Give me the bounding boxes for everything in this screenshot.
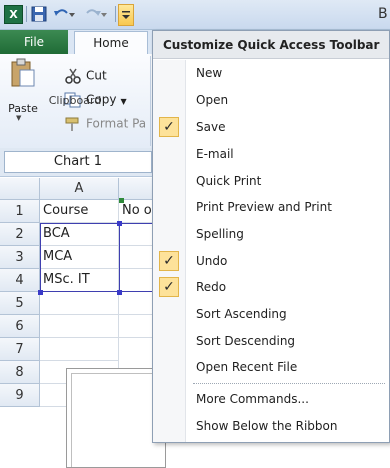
menu-item-print-preview[interactable]: Print Preview and Print xyxy=(153,194,389,220)
row-header[interactable]: 1 xyxy=(0,200,40,223)
menu-item-quick-print[interactable]: Quick Print xyxy=(153,168,389,194)
menu-item-label: Quick Print xyxy=(196,174,262,188)
menu-item-label: Spelling xyxy=(196,227,244,241)
window-title: B xyxy=(378,6,388,22)
chevron-down-icon[interactable]: ▼ xyxy=(16,114,21,122)
menu-item-save[interactable]: ✓ Save xyxy=(153,114,389,140)
undo-icon[interactable] xyxy=(52,5,76,23)
paste-icon xyxy=(11,58,35,87)
cut-icon xyxy=(65,68,81,84)
menu-item-label: Open Recent File xyxy=(196,360,298,374)
customize-qat-menu: Customize Quick Access Toolbar New Open … xyxy=(152,30,390,443)
tab-file[interactable]: File xyxy=(0,30,68,54)
row-header[interactable]: 9 xyxy=(0,384,40,407)
menu-item-label: Open xyxy=(196,93,229,107)
cell-a3[interactable]: MCA xyxy=(40,246,119,269)
range-handle[interactable] xyxy=(119,198,124,203)
customize-dropdown-icon[interactable] xyxy=(118,4,134,26)
menu-item-new[interactable]: New xyxy=(153,60,389,86)
menu-item-label: Save xyxy=(196,120,226,134)
cell-a1[interactable]: Course xyxy=(40,200,119,223)
menu-item-label: More Commands... xyxy=(196,392,309,406)
menu-item-undo[interactable]: ✓ Undo xyxy=(153,248,389,274)
check-icon: ✓ xyxy=(159,117,179,137)
menu-item-label: Sort Ascending xyxy=(196,307,287,321)
row-header[interactable]: 4 xyxy=(0,269,40,292)
menu-item-show-below-ribbon[interactable]: Show Below the Ribbon xyxy=(153,413,389,439)
cell-a4[interactable]: MSc. IT xyxy=(40,269,119,292)
save-icon[interactable] xyxy=(31,5,47,23)
check-icon: ✓ xyxy=(159,277,179,297)
menu-item-spelling[interactable]: Spelling xyxy=(153,221,389,247)
menu-item-email[interactable]: E-mail xyxy=(153,141,389,167)
select-all-corner[interactable] xyxy=(0,178,40,200)
menu-item-redo[interactable]: ✓ Redo xyxy=(153,274,389,300)
range-handle[interactable] xyxy=(38,290,43,295)
tab-home[interactable]: Home xyxy=(74,31,148,55)
row-header[interactable]: 8 xyxy=(0,361,40,384)
row-header[interactable]: 5 xyxy=(0,292,40,315)
qat-separator xyxy=(115,6,116,22)
excel-icon[interactable]: X xyxy=(4,5,23,24)
menu-item-open-recent[interactable]: Open Recent File xyxy=(153,354,389,380)
cut-label: Cut xyxy=(86,68,107,83)
cell-a6[interactable] xyxy=(40,315,119,338)
redo-icon[interactable] xyxy=(84,5,108,23)
column-header-a[interactable]: A xyxy=(40,178,119,200)
format-painter-icon xyxy=(65,117,79,131)
menu-header: Customize Quick Access Toolbar xyxy=(153,31,389,59)
menu-item-label: Sort Descending xyxy=(196,334,296,348)
paste-button[interactable]: Paste ▼ xyxy=(2,56,42,122)
menu-item-label: Undo xyxy=(196,254,228,268)
row-header[interactable]: 7 xyxy=(0,338,40,361)
menu-item-open[interactable]: Open xyxy=(153,87,389,113)
cell-a2[interactable]: BCA xyxy=(40,223,119,246)
chart-object[interactable] xyxy=(66,368,166,468)
menu-item-sort-descending[interactable]: Sort Descending xyxy=(153,328,389,354)
check-icon: ✓ xyxy=(159,251,179,271)
format-painter-button[interactable]: Format Pa xyxy=(64,116,146,136)
name-box[interactable]: Chart 1 xyxy=(4,151,152,173)
qat-separator xyxy=(26,6,27,22)
row-header[interactable]: 2 xyxy=(0,223,40,246)
menu-item-label: E-mail xyxy=(196,147,234,161)
menu-item-label: Print Preview and Print xyxy=(196,200,332,214)
menu-item-more-commands[interactable]: More Commands... xyxy=(153,386,389,412)
range-handle[interactable] xyxy=(117,221,122,226)
format-painter-label: Format Pa xyxy=(86,116,147,131)
cell-a7[interactable] xyxy=(40,338,119,361)
range-handle[interactable] xyxy=(117,290,122,295)
chart-plot-area xyxy=(71,373,165,467)
row-header[interactable]: 6 xyxy=(0,315,40,338)
menu-item-sort-ascending[interactable]: Sort Ascending xyxy=(153,301,389,327)
menu-item-label: Redo xyxy=(196,280,227,294)
group-divider xyxy=(150,56,151,146)
menu-divider xyxy=(193,383,385,384)
title-bar: X B xyxy=(0,0,390,30)
menu-item-label: New xyxy=(196,66,223,80)
row-header[interactable]: 3 xyxy=(0,246,40,269)
cell-a5[interactable] xyxy=(40,292,119,315)
menu-item-label: Show Below the Ribbon xyxy=(196,419,338,433)
clipboard-group-label: Clipboard xyxy=(48,94,102,107)
cut-button[interactable]: Cut xyxy=(64,68,107,88)
